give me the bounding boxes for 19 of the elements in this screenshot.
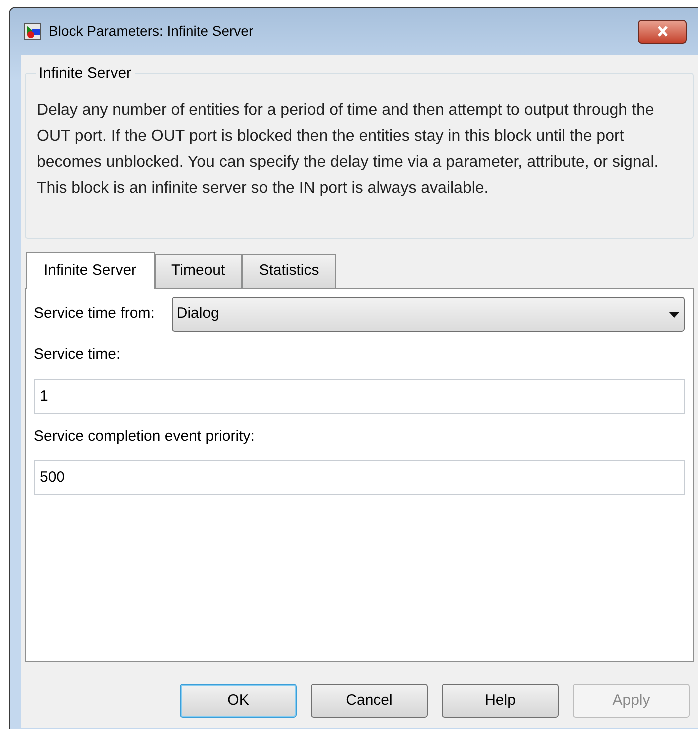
tab[interactable]: Statistics: [242, 254, 336, 288]
description-text: This block is an infinite server so the IN port is always available.: [37, 179, 490, 199]
text-field[interactable]: 1: [34, 378, 685, 414]
window-title: Block Parameters: Infinite Server: [49, 22, 255, 41]
tab[interactable]: Timeout: [154, 254, 242, 288]
dropdown-caret-icon: [669, 312, 680, 318]
tab[interactable]: Infinite Server: [26, 252, 155, 289]
close-icon: [656, 26, 668, 37]
service-time-dropdown[interactable]: Dialog: [172, 297, 685, 332]
text-field[interactable]: 500: [34, 460, 685, 495]
description-text: Delay any number of entities for a period of time and then attempt to output through the OUT port. If the OUT port is blocked then the entities stay in this block until the port becomes unblocked. You can specify the delay time via a parameter, attribute, or signal.: [37, 101, 660, 173]
app-icon: [24, 22, 42, 40]
close-button[interactable]: [638, 20, 687, 44]
dialog-button[interactable]: OK: [180, 684, 297, 718]
field-label: Service time:: [34, 345, 122, 365]
field-label: Service time from:: [34, 304, 155, 324]
dialog-button[interactable]: Cancel: [311, 684, 428, 718]
dialog-button[interactable]: Help: [442, 684, 559, 718]
field-label: Service completion event priority:: [34, 426, 256, 446]
